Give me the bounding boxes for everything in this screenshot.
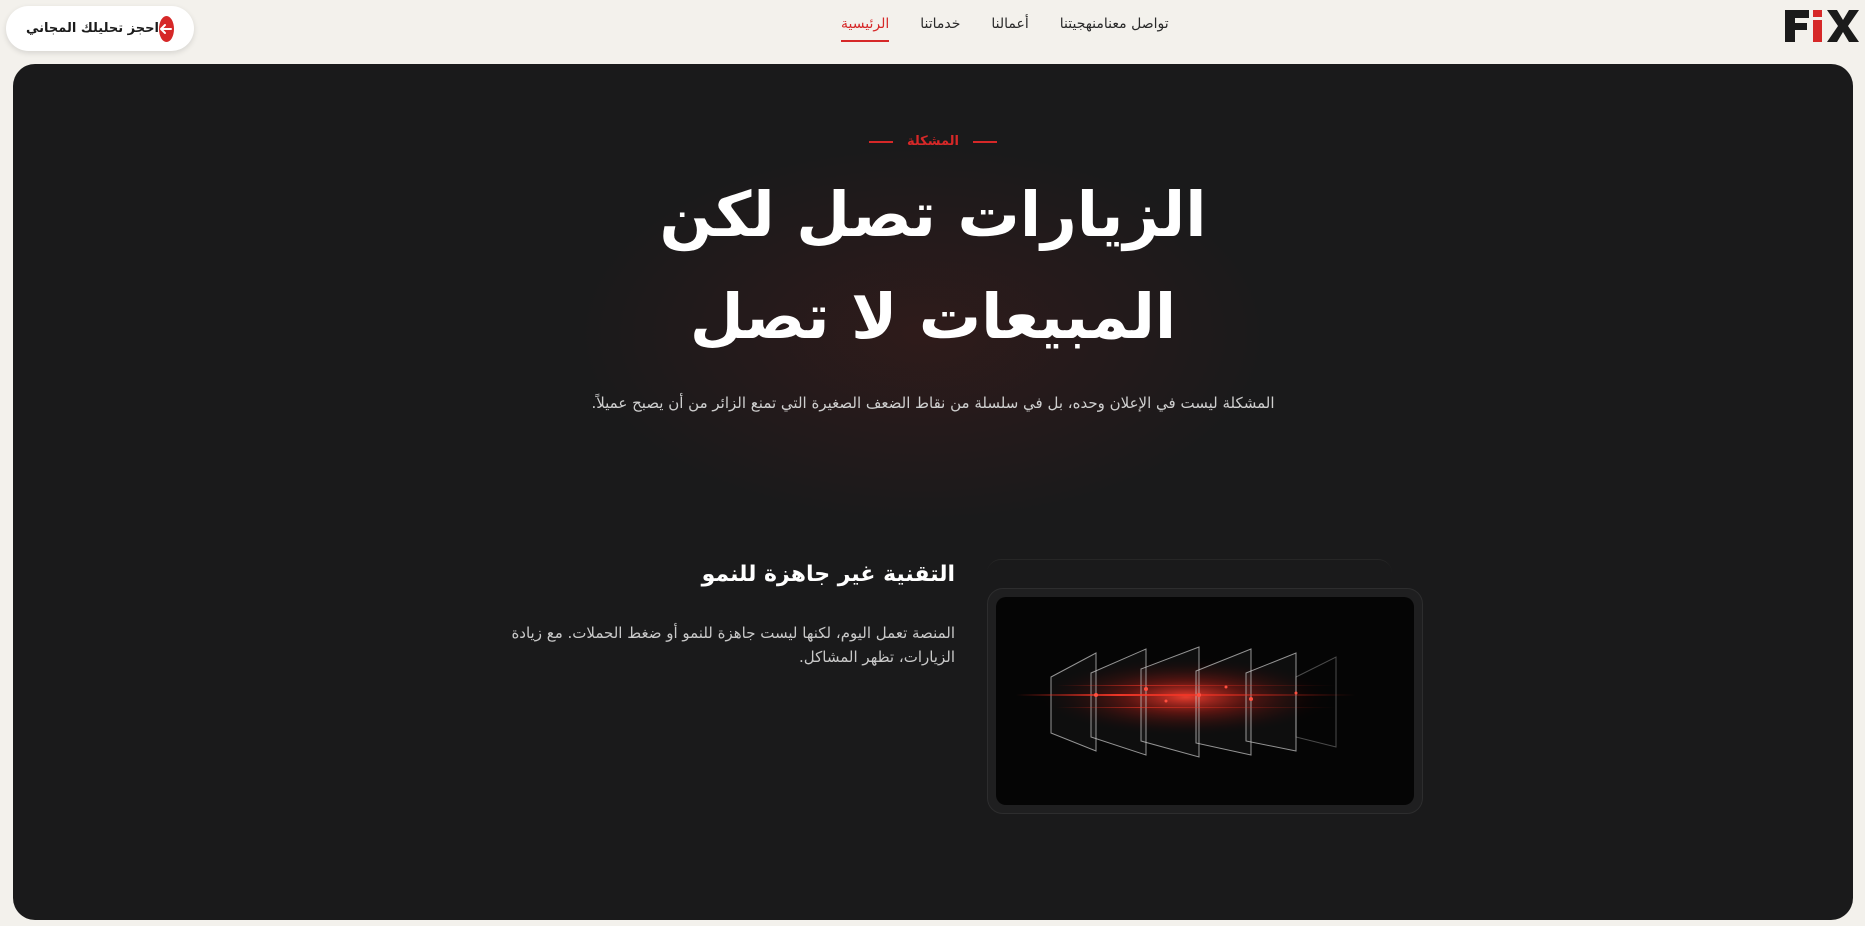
nav-services[interactable]: خدماتنا	[920, 16, 960, 42]
problem-section: المشكلة الزيارات تصل لكن المبيعات لا تصل…	[13, 64, 1853, 920]
nav-contact[interactable]: تواصل معنا	[1104, 16, 1169, 42]
hero-subtitle: المشكلة ليست في الإعلان وحده، بل في سلسل…	[591, 394, 1275, 412]
book-analysis-button[interactable]: احجز تحليلك المجاني	[6, 6, 194, 51]
feature-image-card	[987, 588, 1423, 814]
feature-description: المنصة تعمل اليوم، لكنها ليست جاهزة للنم…	[511, 624, 955, 666]
fix-logo[interactable]	[1781, 6, 1861, 46]
feature-text-block: التقنية غير جاهزة للنمو المنصة تعمل اليو…	[453, 562, 955, 669]
hero-title-line2: المبيعات لا تصل	[689, 280, 1177, 353]
arrow-left-icon	[158, 15, 174, 42]
book-analysis-label: احجز تحليلك المجاني	[26, 21, 159, 36]
nav-portfolio[interactable]: أعمالنا	[991, 16, 1028, 42]
eyebrow-line-right	[973, 140, 998, 143]
hero-title: الزيارات تصل لكن المبيعات لا تصل	[13, 164, 1853, 368]
eyebrow-label: المشكلة	[906, 134, 960, 149]
eyebrow-line-left	[868, 140, 893, 143]
main-nav: الرئيسية خدماتنا أعمالنا منهجيتنا تواصل …	[810, 16, 1169, 42]
layers-svg	[1016, 646, 1356, 758]
top-header: الرئيسية خدماتنا أعمالنا منهجيتنا تواصل …	[0, 0, 1865, 64]
nav-methodology[interactable]: منهجيتنا	[1060, 16, 1104, 42]
section-eyebrow: المشكلة	[13, 134, 1853, 149]
feature-title: التقنية غير جاهزة للنمو	[701, 562, 955, 587]
hero-title-line1: الزيارات تصل لكن	[659, 178, 1207, 251]
glowing-layers-illustration	[996, 597, 1414, 805]
fix-logo-icon	[1785, 10, 1859, 42]
nav-home[interactable]: الرئيسية	[841, 16, 890, 42]
